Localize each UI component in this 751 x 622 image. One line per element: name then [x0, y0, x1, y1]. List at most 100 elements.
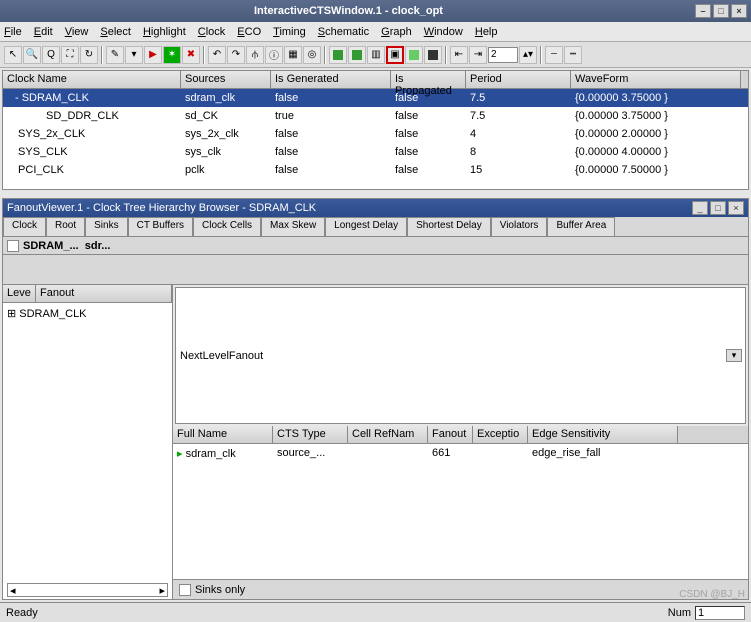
fanout-max-button[interactable]: □: [710, 201, 726, 215]
fanout-col-2[interactable]: Cell RefNam: [348, 426, 428, 443]
tab-clock-cells[interactable]: Clock Cells: [193, 217, 261, 236]
tab-sinks[interactable]: Sinks: [85, 217, 127, 236]
cell: SYS_2x_CLK: [3, 127, 181, 141]
menubar: File Edit View Select Highlight Clock ECO Timin…: [0, 22, 751, 42]
tool-cursor-icon[interactable]: ↖: [4, 46, 22, 64]
tool-ruler1-icon[interactable]: ┄: [545, 46, 563, 64]
menu-view[interactable]: View: [65, 26, 89, 38]
clock-col-1[interactable]: Sources: [181, 71, 271, 88]
clock-col-3[interactable]: Is Propagated: [391, 71, 466, 88]
info-col1: SDRAM_...: [23, 240, 79, 252]
window-title: InteractiveCTSWindow.1 - clock_opt: [4, 5, 693, 17]
tool-pencil-icon[interactable]: ✎: [106, 46, 124, 64]
table-row[interactable]: - SDRAM_CLKsdram_clkfalsefalse7.5{0.0000…: [3, 89, 748, 107]
tool-chip2-icon[interactable]: [348, 46, 366, 64]
table-row[interactable]: SYS_CLKsys_clkfalsefalse8{0.00000 4.0000…: [3, 143, 748, 161]
tool-undo-icon[interactable]: ↶: [208, 46, 226, 64]
fanout-close-button[interactable]: ×: [728, 201, 744, 215]
tool-indent-left-icon[interactable]: ⇤: [450, 46, 468, 64]
menu-edit[interactable]: Edit: [34, 26, 53, 38]
tool-hierarchy-icon[interactable]: ▣: [386, 46, 404, 64]
tree-node[interactable]: SDRAM_CLK: [19, 308, 86, 320]
cell: false: [271, 91, 391, 105]
cell: pclk: [181, 163, 271, 177]
cell: false: [391, 109, 466, 123]
col-level[interactable]: Leve: [3, 285, 36, 302]
fanout-col-4[interactable]: Exceptio: [473, 426, 528, 443]
tab-clock[interactable]: Clock: [3, 217, 46, 236]
tool-target-icon[interactable]: ◎: [303, 46, 321, 64]
tab-max-skew[interactable]: Max Skew: [261, 217, 325, 236]
tool-redo-icon[interactable]: ↷: [227, 46, 245, 64]
fanout-tabbar: ClockRootSinksCT BuffersClock CellsMax S…: [3, 217, 748, 237]
tool-indent-right-icon[interactable]: ⇥: [469, 46, 487, 64]
tool-dropdown-icon[interactable]: ▾: [125, 46, 143, 64]
menu-select[interactable]: Select: [100, 26, 131, 38]
tab-violators[interactable]: Violators: [491, 217, 548, 236]
cell: SD_DDR_CLK: [3, 109, 181, 123]
menu-schematic[interactable]: Schematic: [318, 26, 369, 38]
tool-view1-icon[interactable]: [405, 46, 423, 64]
cell: SYS_CLK: [3, 145, 181, 159]
table-row[interactable]: ▸ sdram_clksource_...661edge_rise_fall: [173, 444, 748, 462]
tab-shortest-delay[interactable]: Shortest Delay: [407, 217, 491, 236]
tool-run-icon[interactable]: ▶: [144, 46, 162, 64]
level-spinner[interactable]: 2: [488, 47, 518, 63]
col-fanout[interactable]: Fanout: [36, 285, 172, 302]
spinner-up-down-icon[interactable]: ▴▾: [519, 46, 537, 64]
table-row[interactable]: PCI_CLKpclkfalsefalse15{0.00000 7.50000 …: [3, 161, 748, 179]
right-body: ▸ sdram_clksource_...661edge_rise_fall: [173, 444, 748, 579]
cell: false: [391, 127, 466, 141]
next-level-combo[interactable]: NextLevelFanout: [175, 287, 746, 424]
tool-view2-icon[interactable]: [424, 46, 442, 64]
tool-tree-icon[interactable]: ⫛: [246, 46, 264, 64]
menu-clock[interactable]: Clock: [198, 26, 226, 38]
maximize-button[interactable]: □: [713, 4, 729, 18]
fanout-col-5[interactable]: Edge Sensitivity: [528, 426, 678, 443]
close-button[interactable]: ×: [731, 4, 747, 18]
info-checkbox[interactable]: [7, 240, 19, 252]
sinks-checkbox[interactable]: [179, 584, 191, 596]
minimize-button[interactable]: –: [695, 4, 711, 18]
menu-highlight[interactable]: Highlight: [143, 26, 186, 38]
tool-grid-icon[interactable]: ▥: [367, 46, 385, 64]
separator: [324, 46, 326, 64]
watermark: CSDN @BJ_H: [679, 589, 745, 600]
tool-ruler2-icon[interactable]: ┅: [564, 46, 582, 64]
clock-col-2[interactable]: Is Generated: [271, 71, 391, 88]
fanout-col-0[interactable]: Full Name: [173, 426, 273, 443]
tool-zoomout-icon[interactable]: Q: [42, 46, 60, 64]
fanout-col-1[interactable]: CTS Type: [273, 426, 348, 443]
menu-file[interactable]: File: [4, 26, 22, 38]
left-tree[interactable]: ⊞ SDRAM_CLK: [3, 303, 172, 581]
clock-col-0[interactable]: Clock Name: [3, 71, 181, 88]
clock-col-5[interactable]: WaveForm: [571, 71, 741, 88]
tab-root[interactable]: Root: [46, 217, 85, 236]
menu-help[interactable]: Help: [475, 26, 498, 38]
tool-fit-icon[interactable]: ⛶: [61, 46, 79, 64]
tool-bug-icon[interactable]: ✶: [163, 46, 181, 64]
toolbar: ↖ 🔍 Q ⛶ ↻ ✎ ▾ ▶ ✶ ✖ ↶ ↷ ⫛ ⓘ ▦ ◎ ▥ ▣ ⇤ ⇥ …: [0, 42, 751, 68]
tool-refresh-icon[interactable]: ↻: [80, 46, 98, 64]
menu-eco[interactable]: ECO: [237, 26, 261, 38]
clock-table-panel: Clock NameSourcesIs GeneratedIs Propagat…: [2, 70, 749, 190]
fanout-col-3[interactable]: Fanout: [428, 426, 473, 443]
tool-layers-icon[interactable]: ▦: [284, 46, 302, 64]
tab-longest-delay[interactable]: Longest Delay: [325, 217, 407, 236]
clock-col-4[interactable]: Period: [466, 71, 571, 88]
menu-graph[interactable]: Graph: [381, 26, 412, 38]
tab-buffer-area[interactable]: Buffer Area: [547, 217, 615, 236]
menu-window[interactable]: Window: [424, 26, 463, 38]
cell: [473, 452, 528, 454]
menu-timing[interactable]: Timing: [273, 26, 306, 38]
table-row[interactable]: SD_DDR_CLKsd_CKtruefalse7.5{0.00000 3.75…: [3, 107, 748, 125]
tool-zoomin-icon[interactable]: 🔍: [23, 46, 41, 64]
left-hscroll[interactable]: ◂▸: [7, 583, 168, 597]
tool-stop-icon[interactable]: ✖: [182, 46, 200, 64]
table-row[interactable]: SYS_2x_CLKsys_2x_clkfalsefalse4{0.00000 …: [3, 125, 748, 143]
fanout-min-button[interactable]: _: [692, 201, 708, 215]
tab-ct-buffers[interactable]: CT Buffers: [128, 217, 193, 236]
tool-info-icon[interactable]: ⓘ: [265, 46, 283, 64]
tree-expand-icon[interactable]: ⊞: [7, 308, 19, 320]
tool-chip1-icon[interactable]: [329, 46, 347, 64]
